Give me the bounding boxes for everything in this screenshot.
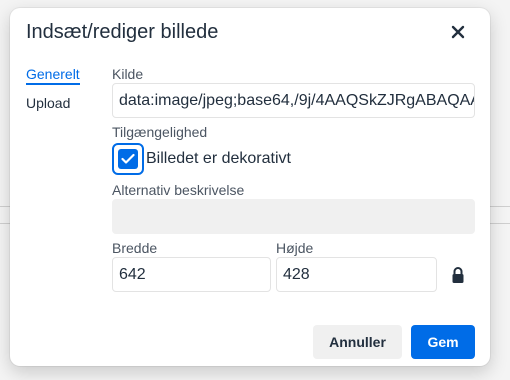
constrain-proportions-toggle[interactable]	[451, 266, 465, 284]
height-label: Højde	[276, 240, 314, 256]
decorative-label: Billedet er dekorativt	[146, 150, 291, 167]
image-dialog: Indsæt/rediger billede Generelt Upload K…	[10, 8, 490, 366]
accessibility-label: Tilgængelighed	[112, 124, 208, 140]
dialog-title: Indsæt/rediger billede	[26, 21, 219, 43]
tab-upload[interactable]: Upload	[26, 95, 70, 111]
alt-text-label: Alternativ beskrivelse	[112, 182, 245, 198]
height-input[interactable]: 428	[276, 257, 437, 292]
tab-general[interactable]: Generelt	[26, 66, 80, 85]
close-icon	[451, 25, 465, 39]
source-input[interactable]: data:image/jpeg;base64,/9j/4AAQSkZJRgABA…	[112, 83, 475, 118]
lock-icon	[452, 267, 464, 283]
cancel-button[interactable]: Annuller	[313, 325, 402, 359]
alt-text-input[interactable]	[112, 199, 475, 234]
checkbox-box	[118, 149, 138, 169]
decorative-checkbox[interactable]	[112, 143, 144, 175]
width-input[interactable]: 642	[112, 257, 271, 292]
source-label: Kilde	[112, 66, 144, 82]
width-label: Bredde	[112, 240, 158, 256]
save-button[interactable]: Gem	[411, 325, 475, 359]
checkmark-icon	[121, 153, 135, 164]
close-button[interactable]	[446, 20, 470, 44]
